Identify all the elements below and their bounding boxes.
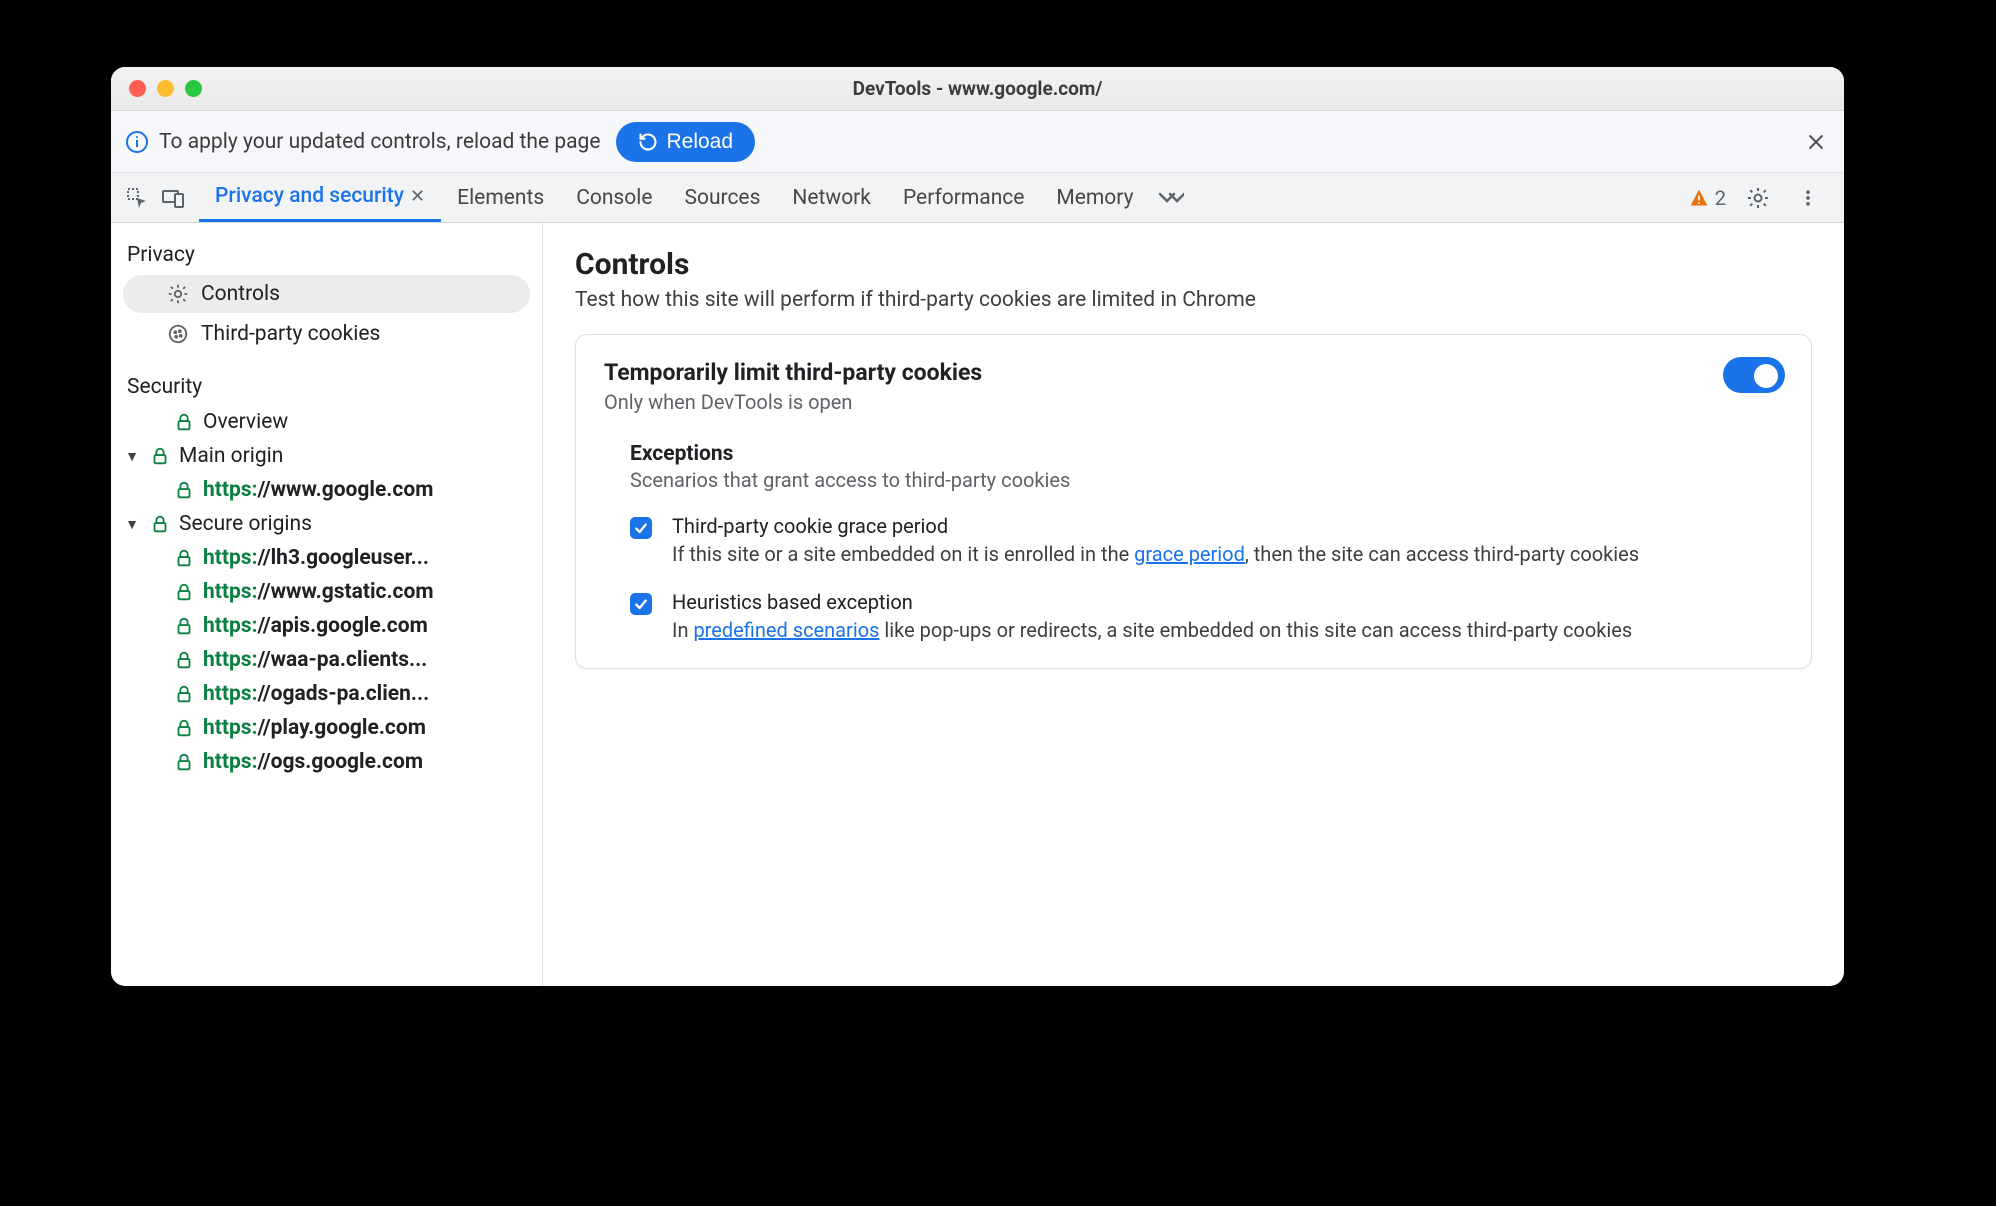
limit-cookies-toggle[interactable]: [1725, 359, 1783, 391]
origin-row[interactable]: https://ogs.google.com: [111, 745, 542, 779]
minimize-window-button[interactable]: [157, 80, 174, 97]
grace-period-checkbox[interactable]: [630, 517, 652, 539]
cookie-controls-card: Temporarily limit third-party cookies On…: [575, 334, 1812, 669]
info-icon: [125, 130, 149, 154]
origin-row[interactable]: https://ogads-pa.clien...: [111, 677, 542, 711]
cookie-icon: [167, 323, 189, 345]
reload-label: Reload: [666, 130, 733, 154]
collapse-icon[interactable]: ▼: [123, 448, 141, 465]
sidebar-item-controls[interactable]: Controls: [123, 275, 530, 313]
card-subtitle: Only when DevTools is open: [604, 390, 982, 414]
lock-icon: [173, 547, 195, 569]
panel-tabs: Privacy and security ✕ Elements Console …: [199, 173, 1192, 222]
toolbar-right: 2: [1689, 180, 1836, 216]
lock-icon: [173, 717, 195, 739]
sidebar-item-third-party-cookies[interactable]: Third-party cookies: [123, 315, 530, 353]
exception-description: In predefined scenarios like pop-ups or …: [672, 616, 1632, 644]
tab-console[interactable]: Console: [560, 173, 668, 222]
origin-row[interactable]: https://www.google.com: [111, 473, 542, 507]
lock-icon: [173, 683, 195, 705]
inspect-element-icon[interactable]: [119, 180, 155, 216]
tab-memory[interactable]: Memory: [1040, 173, 1149, 222]
panel-body: Privacy Controls Third-party cookies Sec…: [111, 223, 1844, 986]
tab-performance[interactable]: Performance: [887, 173, 1040, 222]
reload-infobar: To apply your updated controls, reload t…: [111, 111, 1844, 173]
exception-grace-period: Third-party cookie grace period If this …: [630, 514, 1783, 568]
lock-icon: [149, 513, 171, 535]
maximize-window-button[interactable]: [185, 80, 202, 97]
reload-icon: [638, 132, 658, 152]
lock-icon: [173, 751, 195, 773]
main-panel: Controls Test how this site will perform…: [543, 223, 1844, 986]
lock-icon: [173, 649, 195, 671]
tab-sources[interactable]: Sources: [669, 173, 777, 222]
window-title: DevTools - www.google.com/: [111, 77, 1844, 100]
sidebar-item-overview[interactable]: Overview: [111, 405, 542, 439]
sidebar-item-secure-origins[interactable]: ▼ Secure origins: [111, 507, 542, 541]
page-title: Controls: [575, 247, 1812, 282]
issues-counter[interactable]: 2: [1689, 186, 1726, 210]
collapse-icon[interactable]: ▼: [123, 516, 141, 533]
tab-elements[interactable]: Elements: [441, 173, 560, 222]
infobar-text: To apply your updated controls, reload t…: [159, 130, 600, 154]
settings-icon[interactable]: [1740, 180, 1776, 216]
titlebar: DevTools - www.google.com/: [111, 67, 1844, 111]
lock-icon: [149, 445, 171, 467]
more-tabs-button[interactable]: [1150, 189, 1192, 207]
close-window-button[interactable]: [129, 80, 146, 97]
heuristics-checkbox[interactable]: [630, 593, 652, 615]
origin-row[interactable]: https://www.gstatic.com: [111, 575, 542, 609]
gear-icon: [167, 283, 189, 305]
page-subtitle: Test how this site will perform if third…: [575, 288, 1812, 312]
origin-row[interactable]: https://play.google.com: [111, 711, 542, 745]
origin-row[interactable]: https://apis.google.com: [111, 609, 542, 643]
exception-heuristics: Heuristics based exception In predefined…: [630, 590, 1783, 644]
card-title: Temporarily limit third-party cookies: [604, 359, 982, 386]
tabbar: Privacy and security ✕ Elements Console …: [111, 173, 1844, 223]
lock-icon: [173, 581, 195, 603]
lock-icon: [173, 615, 195, 637]
exceptions-title: Exceptions: [630, 442, 1783, 466]
sidebar-section-privacy: Privacy: [111, 235, 542, 273]
exception-description: If this site or a site embedded on it is…: [672, 540, 1639, 568]
sidebar-item-main-origin[interactable]: ▼ Main origin: [111, 439, 542, 473]
grace-period-link[interactable]: grace period: [1134, 542, 1245, 566]
sidebar-section-security: Security: [111, 367, 542, 405]
more-options-icon[interactable]: [1790, 180, 1826, 216]
device-toolbar-icon[interactable]: [155, 180, 191, 216]
lock-icon: [173, 411, 195, 433]
close-tab-icon[interactable]: ✕: [410, 186, 425, 207]
traffic-lights: [129, 80, 202, 97]
reload-button[interactable]: Reload: [616, 122, 755, 162]
lock-icon: [173, 479, 195, 501]
tab-network[interactable]: Network: [776, 173, 887, 222]
close-infobar-button[interactable]: [1802, 128, 1830, 156]
exception-title: Third-party cookie grace period: [672, 514, 1639, 538]
exceptions-subtitle: Scenarios that grant access to third-par…: [630, 468, 1783, 492]
exception-title: Heuristics based exception: [672, 590, 1632, 614]
sidebar: Privacy Controls Third-party cookies Sec…: [111, 223, 543, 986]
devtools-window: DevTools - www.google.com/ To apply your…: [111, 67, 1844, 986]
tab-privacy-security[interactable]: Privacy and security ✕: [199, 173, 441, 222]
predefined-scenarios-link[interactable]: predefined scenarios: [693, 618, 879, 642]
origin-row[interactable]: https://lh3.googleuser...: [111, 541, 542, 575]
origin-row[interactable]: https://waa-pa.clients...: [111, 643, 542, 677]
